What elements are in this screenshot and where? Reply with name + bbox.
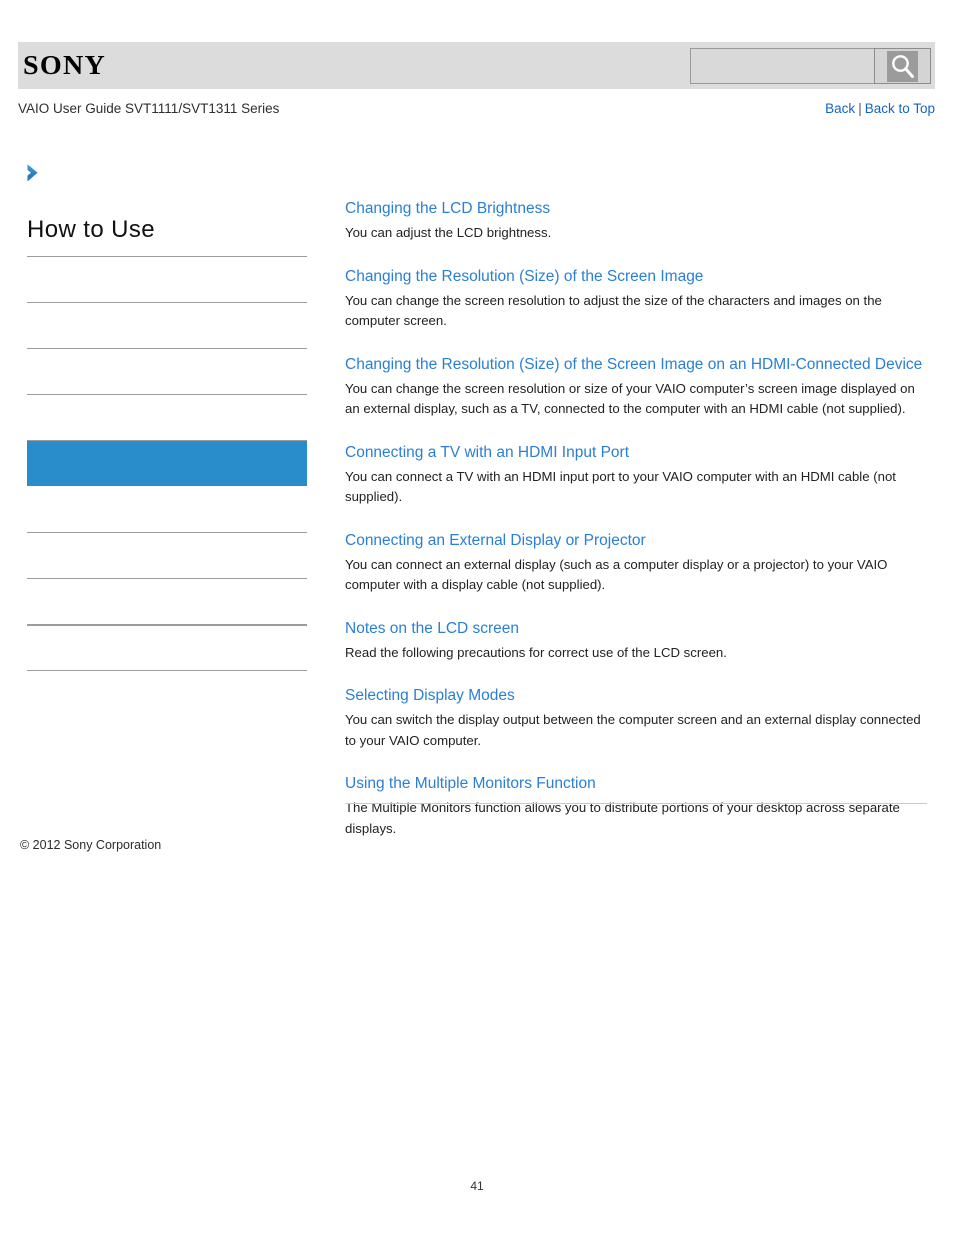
entry-description: You can adjust the LCD brightness. [345, 225, 552, 240]
chevron-right-icon[interactable] [22, 161, 46, 185]
search-input[interactable] [690, 48, 874, 84]
guide-bar: VAIO User Guide SVT1111/SVT1311 Series B… [18, 101, 935, 121]
sidebar-item-8[interactable] [27, 578, 307, 624]
back-link[interactable]: Back [825, 101, 855, 116]
sidebar-item-4[interactable] [27, 394, 307, 440]
search-area [690, 48, 931, 84]
site-header: SONY [18, 42, 935, 89]
entry-description: You can connect a TV with an HDMI input … [345, 468, 896, 505]
sidebar-item-7[interactable] [27, 532, 307, 578]
content-entry: Using the Multiple Monitors Function The… [345, 773, 927, 839]
entry-title-link[interactable]: Using the Multiple Monitors Function [345, 773, 927, 794]
sidebar-item-list [27, 256, 307, 671]
sidebar-item-6[interactable] [27, 486, 307, 532]
content-entry: Selecting Display Modes You can switch t… [345, 685, 927, 751]
content-entry: Connecting an External Display or Projec… [345, 530, 927, 596]
page-number: 41 [470, 1179, 484, 1193]
content-entry: Changing the Resolution (Size) of the Sc… [345, 266, 927, 332]
guide-title: VAIO User Guide SVT1111/SVT1311 Series [18, 101, 280, 116]
sidebar-title: How to Use [27, 216, 156, 243]
content-entry: Changing the LCD Brightness You can adju… [345, 198, 927, 244]
link-separator: | [858, 101, 862, 116]
content-entry: Notes on the LCD screen Read the followi… [345, 618, 927, 664]
sidebar-bottom-divider [27, 670, 307, 671]
entry-description: Read the following precautions for corre… [345, 644, 727, 660]
page-canvas: SONY VAIO User Guide SVT1111/SVT1311 Ser… [0, 0, 954, 1235]
entry-title-link[interactable]: Notes on the LCD screen [345, 618, 927, 639]
entry-title-link[interactable]: Connecting a TV with an HDMI Input Port [345, 442, 927, 463]
guide-links: Back | Back to Top [825, 101, 935, 116]
entry-description: You can connect an external display (suc… [345, 556, 888, 593]
sidebar-item-9[interactable] [27, 624, 307, 670]
entry-title-link[interactable]: Selecting Display Modes [345, 685, 927, 706]
entry-title-link[interactable]: Changing the Resolution (Size) of the Sc… [345, 266, 927, 287]
sidebar-item-3[interactable] [27, 348, 307, 394]
sidebar-nav: How to Use [27, 215, 307, 671]
search-button[interactable] [874, 48, 931, 84]
entry-title-link[interactable]: Changing the LCD Brightness [345, 198, 927, 219]
entry-description: You can change the screen resolution or … [345, 380, 915, 417]
copyright-text: © 2012 Sony Corporation [20, 838, 162, 852]
content-bottom-divider [345, 803, 927, 804]
sidebar-item-2[interactable] [27, 302, 307, 348]
content-list: Changing the LCD Brightness You can adju… [345, 198, 927, 839]
sidebar-item-5-selected[interactable] [27, 440, 307, 486]
sony-logo: SONY [23, 50, 107, 80]
entry-title-link[interactable]: Connecting an External Display or Projec… [345, 530, 927, 551]
content-entry: Changing the Resolution (Size) of the Sc… [345, 354, 927, 420]
entry-description: You can switch the display output betwee… [345, 712, 921, 748]
entry-description: You can change the screen resolution to … [345, 292, 882, 329]
search-icon [887, 50, 918, 82]
sidebar-item-1[interactable] [27, 256, 307, 302]
entry-title-link[interactable]: Changing the Resolution (Size) of the Sc… [345, 354, 927, 375]
back-to-top-link[interactable]: Back to Top [865, 101, 935, 116]
entry-description: The Multiple Monitors function allows yo… [345, 800, 900, 836]
content-entry: Connecting a TV with an HDMI Input Port … [345, 442, 927, 508]
